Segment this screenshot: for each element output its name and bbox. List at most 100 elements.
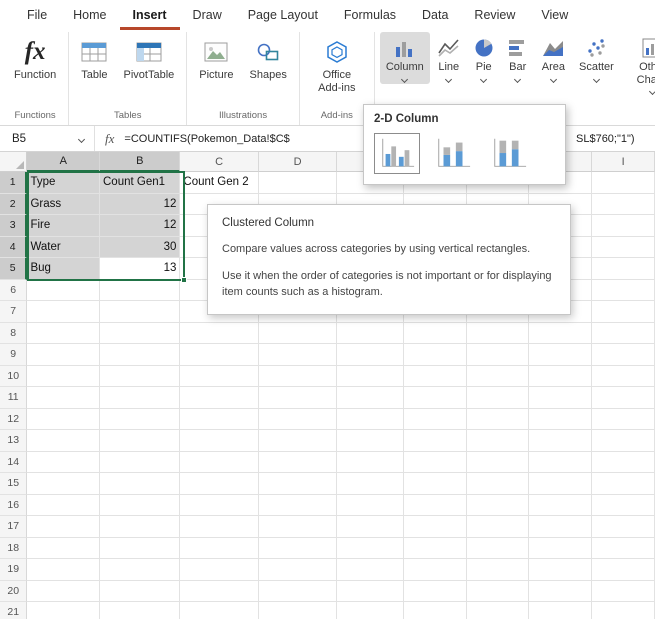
cell-I17[interactable] [592,516,655,538]
cell-I19[interactable] [592,559,655,581]
cell-C9[interactable] [180,344,258,366]
cell-A18[interactable] [27,538,100,560]
area-chart-button[interactable]: Area [536,32,571,84]
cell-G14[interactable] [467,452,530,474]
column-header-C[interactable]: C [180,152,258,172]
cell-H9[interactable] [529,344,592,366]
cell-E16[interactable] [337,495,404,517]
row-header-17[interactable]: 17 [0,516,27,538]
cell-E19[interactable] [337,559,404,581]
cell-E13[interactable] [337,430,404,452]
cell-B10[interactable] [100,366,180,388]
cell-C21[interactable] [180,602,258,619]
cell-A19[interactable] [27,559,100,581]
cell-B2[interactable]: 12 [100,194,180,216]
row-header-10[interactable]: 10 [0,366,27,388]
row-header-9[interactable]: 9 [0,344,27,366]
cell-A2[interactable]: Grass [27,194,100,216]
row-header-5[interactable]: 5 [0,258,27,280]
cell-C13[interactable] [180,430,258,452]
cell-E14[interactable] [337,452,404,474]
cell-B1[interactable]: Count Gen1 [100,172,180,194]
cell-D20[interactable] [259,581,337,603]
column-header-A[interactable]: A [27,152,100,172]
cell-D10[interactable] [259,366,337,388]
cell-A9[interactable] [27,344,100,366]
cell-G13[interactable] [467,430,530,452]
column-header-B[interactable]: B [100,152,180,172]
row-header-3[interactable]: 3 [0,215,27,237]
cell-I6[interactable] [592,280,655,302]
cell-D17[interactable] [259,516,337,538]
cell-B12[interactable] [100,409,180,431]
row-header-14[interactable]: 14 [0,452,27,474]
cell-E10[interactable] [337,366,404,388]
formula-input[interactable]: =COUNTIFS(Pokemon_Data!$C$ [124,133,289,145]
chart-option-clustered-column[interactable] [374,133,420,174]
cell-H12[interactable] [529,409,592,431]
cell-B17[interactable] [100,516,180,538]
cell-H20[interactable] [529,581,592,603]
function-button[interactable]: fx Function [7,32,63,84]
cell-C18[interactable] [180,538,258,560]
cell-A12[interactable] [27,409,100,431]
cell-B18[interactable] [100,538,180,560]
cell-D15[interactable] [259,473,337,495]
cell-B6[interactable] [100,280,180,302]
cell-F20[interactable] [404,581,467,603]
pivottable-button[interactable]: PivotTable [117,32,182,84]
cell-D16[interactable] [259,495,337,517]
cell-G16[interactable] [467,495,530,517]
cell-I3[interactable] [592,215,655,237]
cell-H14[interactable] [529,452,592,474]
cell-A8[interactable] [27,323,100,345]
cell-F18[interactable] [404,538,467,560]
cell-F17[interactable] [404,516,467,538]
cell-A17[interactable] [27,516,100,538]
tab-file[interactable]: File [14,0,60,30]
name-box[interactable]: B5 [0,126,95,151]
cell-E20[interactable] [337,581,404,603]
cell-A14[interactable] [27,452,100,474]
cell-D19[interactable] [259,559,337,581]
cell-I4[interactable] [592,237,655,259]
cell-F14[interactable] [404,452,467,474]
cell-G9[interactable] [467,344,530,366]
cell-F11[interactable] [404,387,467,409]
row-header-15[interactable]: 15 [0,473,27,495]
cell-I18[interactable] [592,538,655,560]
cell-E9[interactable] [337,344,404,366]
cell-D14[interactable] [259,452,337,474]
chart-option-100-percent-stacked-column[interactable] [486,133,532,174]
line-chart-button[interactable]: Line [432,32,466,84]
cell-B15[interactable] [100,473,180,495]
cell-C19[interactable] [180,559,258,581]
column-header-D[interactable]: D [259,152,337,172]
column-header-I[interactable]: I [592,152,655,172]
cell-C1[interactable]: Count Gen 2 [180,172,258,194]
cell-G17[interactable] [467,516,530,538]
tab-view[interactable]: View [528,0,581,30]
tab-formulas[interactable]: Formulas [331,0,409,30]
cell-F19[interactable] [404,559,467,581]
bar-chart-button[interactable]: Bar [502,32,534,84]
tab-review[interactable]: Review [461,0,528,30]
cell-F10[interactable] [404,366,467,388]
cell-H19[interactable] [529,559,592,581]
cell-F21[interactable] [404,602,467,619]
cell-I8[interactable] [592,323,655,345]
cell-I15[interactable] [592,473,655,495]
cell-G15[interactable] [467,473,530,495]
cell-E8[interactable] [337,323,404,345]
cell-I1[interactable] [592,172,655,194]
shapes-button[interactable]: Shapes [243,32,294,84]
picture-button[interactable]: Picture [192,32,240,84]
cell-B14[interactable] [100,452,180,474]
cell-E18[interactable] [337,538,404,560]
cell-I5[interactable] [592,258,655,280]
row-header-7[interactable]: 7 [0,301,27,323]
cell-G8[interactable] [467,323,530,345]
cell-D13[interactable] [259,430,337,452]
cell-G12[interactable] [467,409,530,431]
office-addins-button[interactable]: Office Add-ins [305,32,369,96]
